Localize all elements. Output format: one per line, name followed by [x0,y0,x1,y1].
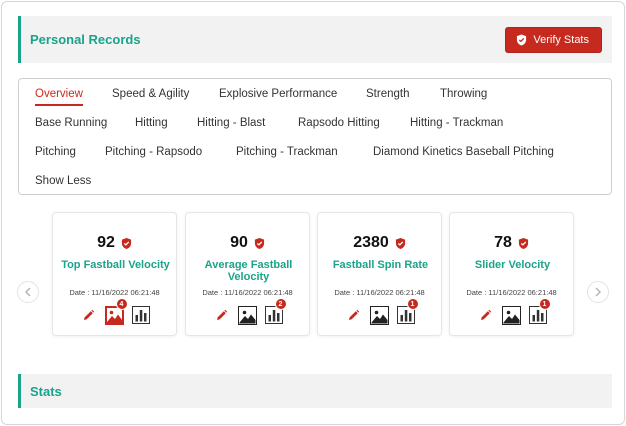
record-date: Date : 11/16/2022 06:21:48 [466,288,557,297]
verified-shield-icon [395,237,405,249]
record-value: 78 [494,234,512,251]
carousel-next-button[interactable] [587,281,609,303]
media-button[interactable] [502,305,522,325]
verified-shield-icon [254,237,264,249]
carousel-prev-button[interactable] [17,281,39,303]
record-label: Top Fastball Velocity [61,259,170,271]
tab-strength[interactable]: Strength [366,82,409,106]
record-value: 90 [230,234,248,251]
record-label: Slider Velocity [474,259,551,271]
chart-button[interactable]: 1 [396,298,419,325]
image-icon [502,305,521,325]
tab-rapsodo-hitting[interactable]: Rapsodo Hitting [298,111,380,135]
tab-explosive-performance[interactable]: Explosive Performance [219,82,337,106]
personal-records-header: Personal Records Verify Stats [18,16,612,63]
image-icon [370,305,389,325]
pencil-icon [84,309,95,320]
bar-chart-icon [131,306,150,324]
chevron-right-icon [595,287,602,297]
record-card: 2380 Fastball Spin Rate Date : 11/16/202… [317,212,442,336]
verify-stats-button[interactable]: Verify Stats [505,27,602,53]
tab-show-less[interactable]: Show Less [35,169,91,193]
stats-header: Stats [18,374,612,408]
record-label: Average Fastball Velocity [204,259,293,283]
tab-diamond-kinetics-baseball-pitching[interactable]: Diamond Kinetics Baseball Pitching [373,140,554,164]
section-title: Personal Records [30,32,141,47]
record-value: 92 [97,234,115,251]
record-card: 90 Average Fastball Velocity Date : 11/1… [185,212,310,336]
tab-overview[interactable]: Overview [35,82,83,106]
tab-hitting-trackman[interactable]: Hitting - Trackman [410,111,503,135]
tab-pitching-trackman[interactable]: Pitching - Trackman [236,140,338,164]
category-tabs: Overview Speed & Agility Explosive Perfo… [18,78,612,195]
verified-shield-icon [518,237,528,249]
shield-check-icon [517,34,527,46]
tab-base-running[interactable]: Base Running [35,111,107,135]
chart-button[interactable]: 2 [264,298,287,325]
tab-hitting-blast[interactable]: Hitting - Blast [197,111,265,135]
pencil-icon [481,309,492,320]
chart-count-badge: 2 [274,298,287,310]
verified-shield-icon [121,237,131,249]
tab-speed-agility[interactable]: Speed & Agility [112,82,189,106]
tab-throwing[interactable]: Throwing [440,82,487,106]
record-date: Date : 11/16/2022 06:21:48 [69,288,160,297]
pencil-icon [217,309,228,320]
edit-button[interactable] [79,305,99,325]
media-count-badge: 4 [115,298,128,310]
record-card: 78 Slider Velocity Date : 11/16/2022 06:… [449,212,574,336]
media-button[interactable] [238,305,258,325]
personal-records-panel: Personal Records Verify Stats Overview S… [1,1,625,425]
chevron-left-icon [24,287,31,297]
chart-button[interactable] [131,305,151,325]
chart-count-badge: 1 [538,298,551,310]
record-value: 2380 [353,234,389,251]
tab-pitching-rapsodo[interactable]: Pitching - Rapsodo [105,140,202,164]
chart-count-badge: 1 [406,298,419,310]
verify-stats-label: Verify Stats [533,34,589,46]
record-card: 92 Top Fastball Velocity Date : 11/16/20… [52,212,177,336]
stats-title: Stats [30,383,62,399]
edit-button[interactable] [212,305,232,325]
media-button[interactable]: 4 [105,298,128,325]
tab-pitching[interactable]: Pitching [35,140,76,164]
record-date: Date : 11/16/2022 06:21:48 [334,288,425,297]
edit-button[interactable] [476,305,496,325]
tab-hitting[interactable]: Hitting [135,111,168,135]
media-button[interactable] [370,305,390,325]
chart-button[interactable]: 1 [528,298,551,325]
image-icon [238,305,257,325]
pencil-icon [349,309,360,320]
record-date: Date : 11/16/2022 06:21:48 [202,288,293,297]
record-label: Fastball Spin Rate [332,259,429,271]
edit-button[interactable] [344,305,364,325]
